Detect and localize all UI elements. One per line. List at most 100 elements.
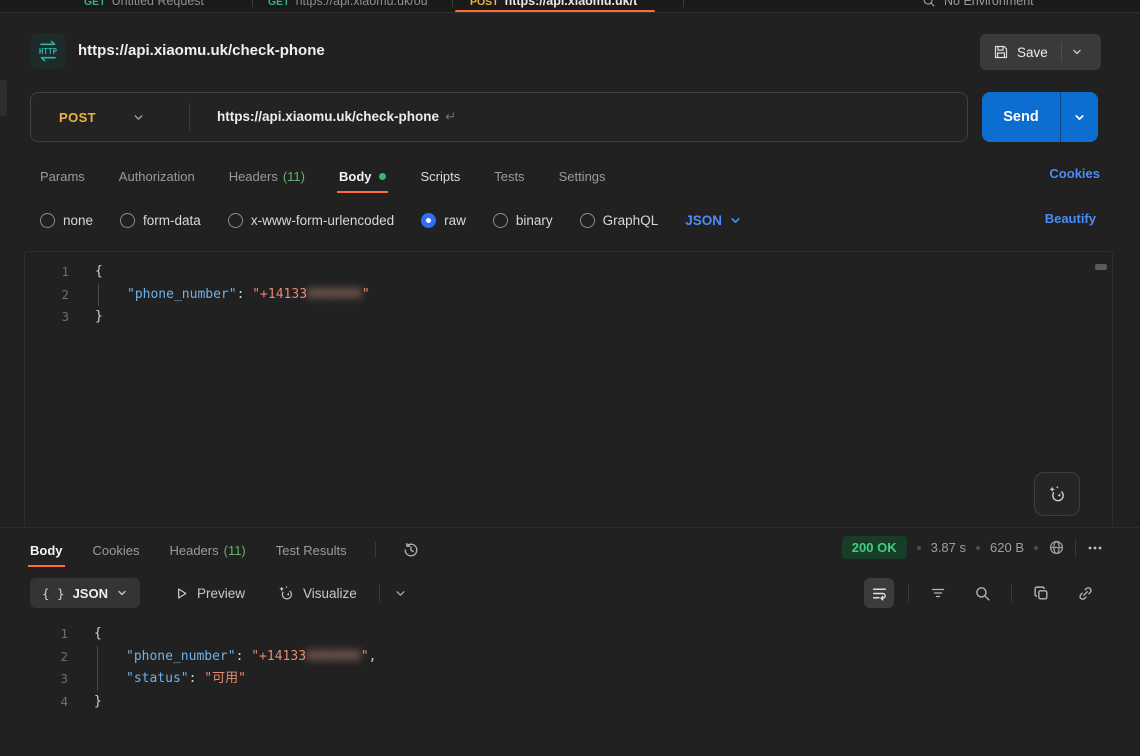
response-body-viewer[interactable]: 1 { 2 "phone_number": "+141330000000", 3… <box>24 616 1113 756</box>
method-badge: GET <box>84 0 106 8</box>
response-tools <box>864 577 1100 609</box>
dot-separator <box>917 546 921 550</box>
tab-scripts[interactable]: Scripts <box>418 160 462 193</box>
headers-count: (11) <box>224 543 246 558</box>
radio-icon <box>228 213 243 228</box>
return-glyph: ↵ <box>445 109 456 124</box>
visualize-button[interactable]: Visualize <box>277 584 357 602</box>
response-history-button[interactable] <box>402 541 420 559</box>
mode-graphql[interactable]: GraphQL <box>580 213 659 228</box>
response-tab-headers[interactable]: Headers(11) <box>167 534 247 567</box>
active-tab-indicator <box>455 10 655 12</box>
send-options-button[interactable] <box>1061 111 1098 124</box>
divider <box>379 584 380 602</box>
save-button[interactable]: Save <box>980 34 1101 70</box>
response-tab-body[interactable]: Body <box>28 534 65 567</box>
tab-settings[interactable]: Settings <box>557 160 608 193</box>
status-badge: 200 OK <box>842 536 907 559</box>
wrap-text-button[interactable] <box>864 578 894 608</box>
wrap-text-icon <box>871 585 888 602</box>
response-view-options-chevron[interactable] <box>394 587 407 600</box>
postman-window: GETUntitled Request GEThttps://api.xiaom… <box>0 0 1140 756</box>
radio-icon-selected <box>421 213 436 228</box>
url-input[interactable]: https://api.xiaomu.uk/check-phone↵ <box>217 109 456 125</box>
code-line: 4 } <box>24 691 1113 714</box>
filter-button[interactable] <box>923 578 953 608</box>
mode-raw-selected[interactable]: raw <box>421 213 466 228</box>
environment-selector[interactable]: No Environment <box>922 0 1034 11</box>
request-title: https://api.xiaomu.uk/check-phone <box>78 42 325 59</box>
search-response-button[interactable] <box>967 578 997 608</box>
tab-authorization[interactable]: Authorization <box>117 160 197 193</box>
code-line: 1 { <box>24 623 1113 646</box>
code-line: 2 "phone_number": "+141330000000" <box>25 284 1112 307</box>
preview-button[interactable]: Preview <box>174 586 245 601</box>
divider <box>1011 584 1012 602</box>
code-line: 3 "status": "可用" <box>24 668 1113 691</box>
http-request-icon: HTTP <box>30 33 66 69</box>
svg-text:HTTP: HTTP <box>39 47 58 56</box>
link-button[interactable] <box>1070 578 1100 608</box>
response-format-selector[interactable]: { } JSON <box>30 578 140 608</box>
mode-form-data[interactable]: form-data <box>120 213 201 228</box>
tab-tests[interactable]: Tests <box>492 160 526 193</box>
tab-headers[interactable]: Headers(11) <box>227 160 307 193</box>
indent-guide <box>97 646 98 669</box>
request-tab-2[interactable]: GEThttps://api.xiaomu.uk/ou <box>268 0 428 12</box>
method-badge: GET <box>268 0 290 8</box>
save-icon <box>993 44 1009 60</box>
tab-divider <box>452 0 453 7</box>
save-options-button[interactable] <box>1062 46 1092 58</box>
workspace-tab-bar: GETUntitled Request GEThttps://api.xiaom… <box>0 0 1140 13</box>
filter-icon <box>930 585 946 601</box>
radio-icon <box>580 213 595 228</box>
tab-body[interactable]: Body <box>337 160 389 193</box>
headers-count: (11) <box>283 169 305 184</box>
postbot-button[interactable] <box>1034 472 1080 516</box>
chevron-down-icon <box>1073 111 1086 124</box>
indent-guide <box>98 284 99 307</box>
environment-label: No Environment <box>944 0 1034 11</box>
line-number: 2 <box>25 284 69 307</box>
chevron-down-icon <box>132 111 145 124</box>
chevron-down-icon <box>116 587 128 599</box>
tab-params[interactable]: Params <box>38 160 87 193</box>
globe-icon[interactable] <box>1048 539 1065 556</box>
response-tab-cookies[interactable]: Cookies <box>91 534 142 567</box>
method-selector[interactable]: POST <box>31 110 189 125</box>
copy-button[interactable] <box>1026 578 1056 608</box>
beautify-link[interactable]: Beautify <box>1045 211 1096 226</box>
chevron-down-icon <box>729 214 742 227</box>
redacted-text: 0000000 <box>306 649 361 664</box>
search-icon <box>974 585 991 602</box>
send-button[interactable]: Send <box>982 92 1098 142</box>
mode-none[interactable]: none <box>40 213 93 228</box>
editor-scrollbar[interactable] <box>1095 264 1107 270</box>
sidebar-edge <box>0 80 7 116</box>
response-size: 620 B <box>990 540 1024 555</box>
link-icon <box>1077 585 1094 602</box>
language-selector[interactable]: JSON <box>685 213 742 228</box>
cookies-link[interactable]: Cookies <box>1049 166 1100 181</box>
search-icon <box>922 0 936 8</box>
method-badge: POST <box>470 0 499 8</box>
copy-icon <box>1033 585 1050 602</box>
line-number: 4 <box>24 691 68 714</box>
history-clock-icon <box>402 541 420 559</box>
mode-x-www-form-urlencoded[interactable]: x-www-form-urlencoded <box>228 213 394 228</box>
mode-binary[interactable]: binary <box>493 213 553 228</box>
field-divider <box>189 103 190 131</box>
request-body-editor[interactable]: 1 { 2 "phone_number": "+141330000000" 3 … <box>24 251 1113 526</box>
line-number: 3 <box>24 668 68 691</box>
body-mode-row: none form-data x-www-form-urlencoded raw… <box>40 204 742 236</box>
response-tab-test-results[interactable]: Test Results <box>274 534 349 567</box>
request-tab-1[interactable]: GETUntitled Request <box>84 0 204 12</box>
send-label: Send <box>982 109 1060 125</box>
more-options-icon[interactable] <box>1086 539 1104 557</box>
line-number: 1 <box>24 623 68 646</box>
indent-guide <box>97 668 98 691</box>
divider <box>375 542 376 558</box>
chevron-down-icon <box>1071 46 1083 58</box>
redacted-text: 0000000 <box>307 287 362 302</box>
line-number: 3 <box>25 306 69 329</box>
